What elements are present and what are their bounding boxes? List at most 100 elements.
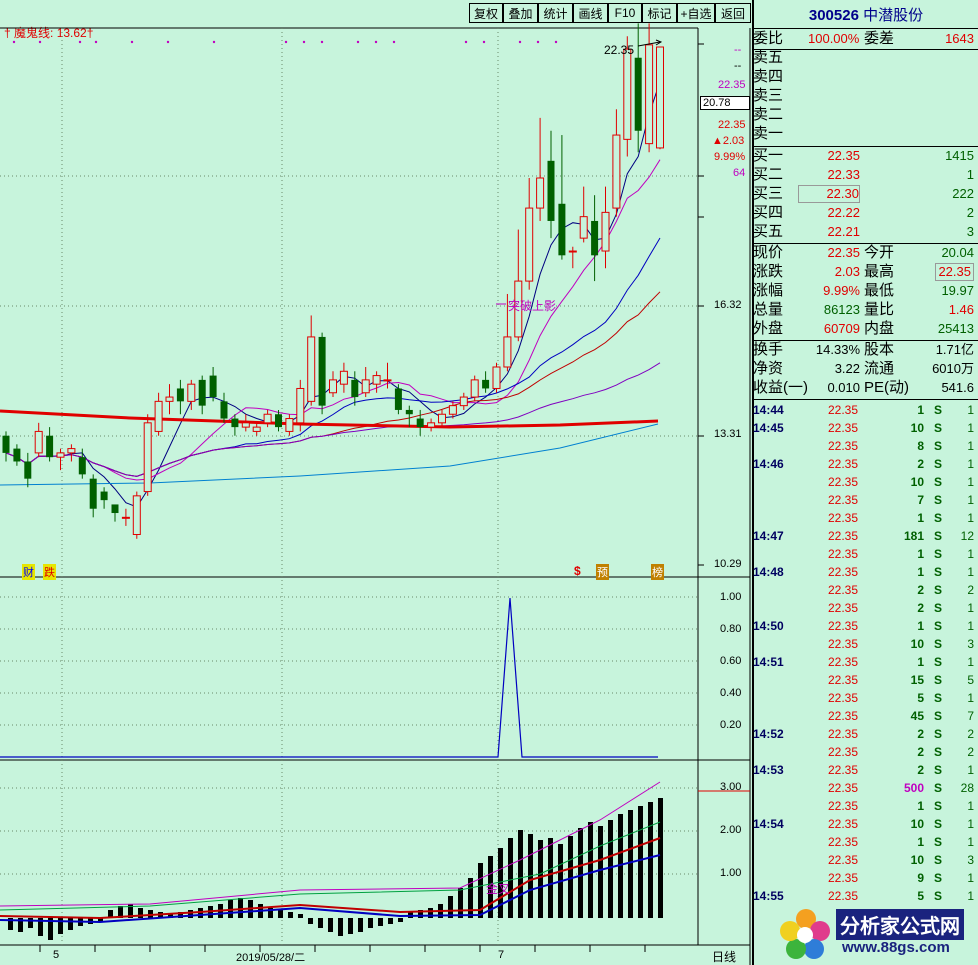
tick-side: S (934, 691, 943, 705)
tick-side: S (934, 817, 943, 831)
tick-row[interactable]: 14:51 22.35 1 S 1 (752, 653, 978, 671)
macd-bar (328, 918, 333, 932)
kline-chart[interactable] (0, 0, 752, 965)
buy-row: 买四 22.22 2 (752, 204, 978, 222)
tick-time: 14:44 (753, 403, 784, 417)
candle-body (427, 422, 436, 428)
candle-body (568, 250, 577, 253)
quote-label-2: 最低 (864, 282, 895, 299)
tick-row[interactable]: 22.35 45 S 7 (752, 707, 978, 725)
stock-code: 300526 (808, 7, 859, 24)
event-mark-dollar[interactable]: $ (574, 564, 581, 578)
tick-row[interactable]: 22.35 9 S 1 (752, 869, 978, 887)
signal-dot (94, 40, 98, 44)
signal-dot (78, 40, 82, 44)
buy-label: 买四 (753, 204, 784, 221)
tick-row[interactable]: 14:52 22.35 2 S 2 (752, 725, 978, 743)
tick-time: 14:47 (753, 529, 784, 543)
tick-volume: 5 (917, 889, 924, 903)
tick-volume: 2 (917, 763, 924, 777)
macd-bar (358, 918, 363, 932)
event-mark-drop[interactable]: 跌 (43, 564, 56, 580)
tick-row[interactable]: 22.35 2 S 1 (752, 599, 978, 617)
tick-row[interactable]: 22.35 1 S 1 (752, 833, 978, 851)
tick-price: 22.35 (827, 853, 858, 867)
buy-volume: 3 (966, 224, 974, 239)
candle-body (121, 516, 130, 519)
tick-volume: 8 (917, 439, 924, 453)
tick-row[interactable]: 22.35 1 S 1 (752, 509, 978, 527)
tick-row[interactable]: 14:55 22.35 5 S 1 (752, 887, 978, 905)
tick-row[interactable]: 22.35 2 S 2 (752, 743, 978, 761)
sell-row: 卖五 (752, 49, 978, 67)
event-mark-finance[interactable]: 财 (22, 564, 35, 580)
signal-indicator (0, 597, 658, 758)
candle-body (448, 405, 457, 415)
tick-row[interactable]: 22.35 500 S 28 (752, 779, 978, 797)
tick-row[interactable]: 14:53 22.35 2 S 1 (752, 761, 978, 779)
buy-row: 买一 22.35 1415 (752, 147, 978, 165)
event-mark-forecast[interactable]: 预 (596, 564, 609, 580)
quote-value: 2.03 (834, 264, 860, 279)
tick-price: 22.35 (827, 655, 858, 669)
tick-price: 22.35 (827, 403, 858, 417)
tick-row[interactable]: 22.35 2 S 2 (752, 581, 978, 599)
tick-volume: 1 (917, 835, 924, 849)
tick-row[interactable]: 14:54 22.35 10 S 1 (752, 815, 978, 833)
tick-price: 22.35 (827, 727, 858, 741)
tick-side: S (934, 565, 943, 579)
buy-label: 买三 (753, 185, 784, 202)
sell-label: 卖一 (753, 125, 784, 142)
tick-row[interactable]: 22.35 10 S 1 (752, 473, 978, 491)
tick-count: 1 (967, 835, 974, 849)
macd-bar (308, 918, 313, 924)
tick-row[interactable]: 14:46 22.35 2 S 1 (752, 455, 978, 473)
chart-grid (0, 27, 751, 965)
tick-count: 1 (967, 799, 974, 813)
candle-body (623, 48, 632, 140)
tick-count: 1 (967, 493, 974, 507)
candle-body (612, 134, 621, 209)
quote-label: 涨幅 (753, 282, 784, 299)
signal-dot (320, 40, 324, 44)
sell-row: 卖三 (752, 87, 978, 105)
tick-row[interactable]: 22.35 5 S 1 (752, 689, 978, 707)
candle-body (307, 336, 316, 402)
macd-bar (538, 840, 543, 918)
tick-row[interactable]: 22.35 8 S 1 (752, 437, 978, 455)
candle-body (329, 379, 337, 394)
quote-value-2: 19.97 (941, 283, 974, 298)
tick-row[interactable]: 14:50 22.35 1 S 1 (752, 617, 978, 635)
buy-label: 买一 (753, 147, 784, 164)
candle-body (263, 413, 272, 424)
tick-time: 14:54 (753, 817, 784, 831)
period-label[interactable]: 日线 (712, 948, 736, 965)
tick-volume: 2 (917, 727, 924, 741)
tick-row[interactable]: 14:48 22.35 1 S 1 (752, 563, 978, 581)
signal-dot (166, 40, 170, 44)
tick-row[interactable]: 22.35 7 S 1 (752, 491, 978, 509)
tick-row[interactable]: 14:45 22.35 10 S 1 (752, 419, 978, 437)
tick-volume: 2 (917, 745, 924, 759)
buy-price: 22.21 (827, 224, 860, 239)
tick-time: 14:52 (753, 727, 784, 741)
tick-row[interactable]: 22.35 10 S 3 (752, 635, 978, 653)
candle-body (547, 160, 555, 221)
tick-row[interactable]: 22.35 15 S 5 (752, 671, 978, 689)
ma250-line (0, 423, 659, 486)
candle-body (459, 396, 468, 407)
macd-bar (68, 918, 73, 930)
weibi-value: 100.00% (808, 31, 860, 46)
tick-row[interactable]: 22.35 1 S 1 (752, 545, 978, 563)
event-mark-rank[interactable]: 榜 (651, 564, 664, 580)
x-label-2: 2019/05/28/二 (236, 952, 306, 964)
tick-row[interactable]: 22.35 1 S 1 (752, 797, 978, 815)
buy-price: 22.33 (827, 167, 860, 182)
tick-row[interactable]: 14:44 22.35 1 S 1 (752, 401, 978, 419)
tick-row[interactable]: 14:47 22.35 181 S 12 (752, 527, 978, 545)
quote-value-2: 1.46 (948, 302, 974, 317)
weicha-value: 1643 (945, 31, 974, 46)
tick-count: 1 (967, 817, 974, 831)
tick-row[interactable]: 22.35 10 S 3 (752, 851, 978, 869)
candle-body (67, 448, 76, 454)
